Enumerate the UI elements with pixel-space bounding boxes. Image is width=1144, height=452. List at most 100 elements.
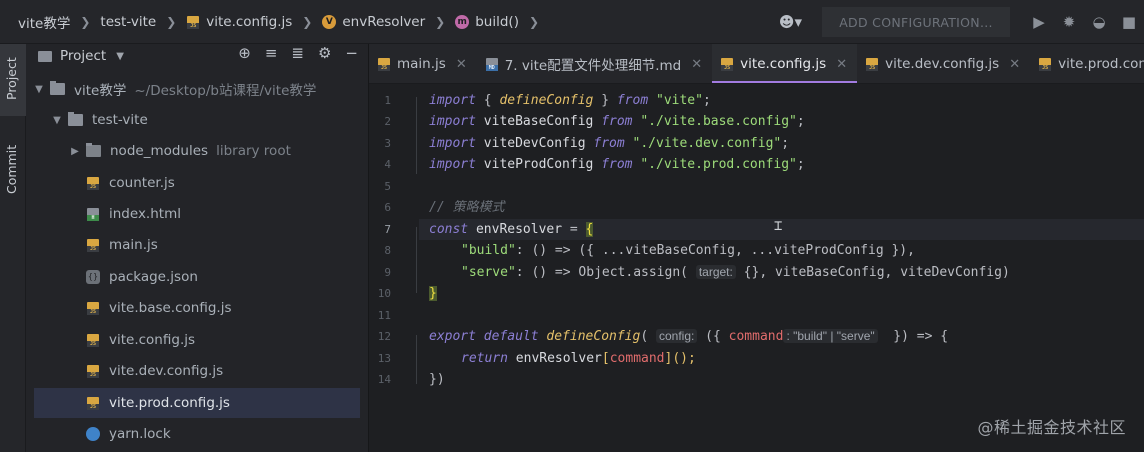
tree-item-vite-prod-config[interactable]: JS vite.prod.config.js <box>34 388 360 418</box>
tree-item-vite-dev-config[interactable]: JS vite.dev.config.js <box>26 356 368 386</box>
tree-item-node-modules[interactable]: ▶ node_modules library root <box>26 136 368 166</box>
chevron-down-icon[interactable]: ▼ <box>32 84 46 95</box>
parameter-hint: config: <box>655 329 698 343</box>
run-toolbar: ☻▾ ADD CONFIGURATION... ▶ ✹ ◒ ■ <box>779 0 1144 44</box>
chevron-right-icon: ❯ <box>80 15 91 29</box>
project-panel-title[interactable]: Project <box>60 48 106 64</box>
js-file-icon: JS <box>1038 57 1052 71</box>
tree-item-main-js[interactable]: JS main.js <box>26 230 368 260</box>
breadcrumb-item-env-resolver[interactable]: envResolver <box>342 14 425 30</box>
code-comment: // 策略模式 <box>429 200 505 215</box>
close-icon[interactable]: ✕ <box>691 57 702 72</box>
tree-item-vite-base-config[interactable]: JS vite.base.config.js <box>26 293 368 323</box>
tree-item-yarn-lock[interactable]: yarn.lock <box>26 419 368 449</box>
indent-guide <box>416 227 417 293</box>
tab-label: vite.prod.config.js <box>1058 56 1144 72</box>
type-hint: : "build" | "serve" <box>783 329 878 343</box>
markdown-file-icon: MD <box>485 57 499 71</box>
tab-vite-prod-config[interactable]: JS vite.prod.config.js ✕ <box>1030 44 1144 83</box>
matched-brace: } <box>429 286 437 301</box>
chevron-right-icon: ❯ <box>435 15 446 29</box>
commit-tool-button[interactable]: Commit <box>0 128 26 204</box>
tree-item-root[interactable]: ▼ vite教学 ~/Desktop/b站课程/vite教学 <box>26 74 368 104</box>
folder-icon <box>86 143 101 157</box>
js-file-icon: JS <box>720 57 734 71</box>
chevron-right-icon: ❯ <box>528 15 540 29</box>
coverage-icon[interactable]: ◒ <box>1084 7 1114 37</box>
expand-all-icon[interactable]: ≡ <box>265 44 278 68</box>
code-line-12: export default defineConfig( config: ({ … <box>429 329 949 344</box>
tree-item-label: yarn.lock <box>109 426 171 442</box>
collapse-all-icon[interactable]: ≣ <box>291 44 304 68</box>
code-editor: JS main.js ✕ MD 7. vite配置文件处理细节.md ✕ JS … <box>368 44 1144 452</box>
locate-icon[interactable]: ⊕ <box>238 44 251 68</box>
chevron-right-icon[interactable]: ▶ <box>68 146 82 157</box>
tree-item-label: vite.prod.config.js <box>109 395 230 411</box>
add-configuration-button[interactable]: ADD CONFIGURATION... <box>822 7 1010 37</box>
tab-md-notes[interactable]: MD 7. vite配置文件处理细节.md ✕ <box>477 44 712 83</box>
tree-item-test-vite[interactable]: ▼ test-vite <box>26 105 368 135</box>
close-icon[interactable]: ✕ <box>456 57 467 72</box>
tab-vite-dev-config[interactable]: JS vite.dev.config.js ✕ <box>857 44 1030 83</box>
tree-item-label: vite教学 <box>74 83 127 99</box>
js-file-icon: JS <box>86 301 100 315</box>
chevron-right-icon: ❯ <box>302 15 313 29</box>
user-dropdown-button[interactable]: ☻▾ <box>779 13 802 31</box>
code-line-8: "build": () => ({ ...viteBaseConfig, ...… <box>461 243 915 258</box>
stop-icon[interactable]: ■ <box>1114 7 1144 37</box>
project-tool-button[interactable]: Project <box>0 44 26 116</box>
text-cursor-icon: ⌶ <box>774 219 782 233</box>
code-line-2: import viteBaseConfig from "./vite.base.… <box>429 114 805 129</box>
chevron-down-icon[interactable]: ▼ <box>116 51 124 62</box>
close-icon[interactable]: ✕ <box>1009 57 1020 72</box>
html-file-icon: H <box>86 207 100 221</box>
tab-label: main.js <box>397 56 446 72</box>
json-file-icon: {} <box>86 270 100 284</box>
hide-icon[interactable]: − <box>345 44 358 68</box>
tree-item-label: test-vite <box>92 112 148 128</box>
code-area[interactable]: import { defineConfig } from "vite"; imp… <box>369 87 1144 452</box>
tree-item-path: ~/Desktop/b站课程/vite教学 <box>134 83 317 99</box>
project-panel: Project ▼ ⊕ ≡ ≣ ⚙ − ▼ vite教学 ~/Desktop/b… <box>26 44 368 452</box>
variable-icon: V <box>322 15 337 29</box>
tree-item-counter-js[interactable]: JS counter.js <box>26 168 368 198</box>
code-line-6: // 策略模式 <box>429 197 504 218</box>
breadcrumb-item-vite-teaching[interactable]: vite教学 <box>18 12 70 32</box>
run-icon[interactable]: ▶ <box>1024 7 1054 37</box>
matched-brace: { <box>585 222 594 237</box>
debug-icon[interactable]: ✹ <box>1054 7 1084 37</box>
tree-item-label: node_modules <box>110 143 209 159</box>
function-name: defineConfig <box>499 93 594 108</box>
tree-item-vite-config[interactable]: JS vite.config.js <box>26 325 368 355</box>
tree-item-label: vite.base.config.js <box>109 300 232 316</box>
code-line-3: import viteDevConfig from "./vite.dev.co… <box>429 136 790 151</box>
parameter-name: command <box>728 329 784 344</box>
tree-item-index-html[interactable]: H index.html <box>26 199 368 229</box>
tree-item-package-json[interactable]: {} package.json <box>26 262 368 292</box>
settings-icon[interactable]: ⚙ <box>318 44 331 68</box>
js-file-icon: JS <box>86 396 100 410</box>
tool-window-strip: Project Commit <box>0 44 26 452</box>
breadcrumb-item-build[interactable]: build() <box>475 14 519 30</box>
tree-item-label: package.json <box>109 269 198 285</box>
js-file-icon: JS <box>377 57 391 71</box>
folder-icon <box>50 81 65 95</box>
breadcrumb-item-test-vite[interactable]: test-vite <box>100 14 156 30</box>
chevron-down-icon[interactable]: ▼ <box>50 115 64 126</box>
keyword: import <box>429 93 476 108</box>
tree-item-label: vite.config.js <box>109 332 196 348</box>
project-tool-label: Project <box>4 57 19 100</box>
navigation-bar: vite教学 ❯ test-vite ❯ JS vite.config.js ❯… <box>0 0 1144 44</box>
chevron-right-icon: ❯ <box>166 15 177 29</box>
js-file-icon: JS <box>86 333 100 347</box>
close-icon[interactable]: ✕ <box>836 57 847 72</box>
breadcrumb-item-vite-config[interactable]: vite.config.js <box>206 14 292 30</box>
tab-main-js[interactable]: JS main.js ✕ <box>369 44 477 83</box>
parameter-hint: target: <box>695 265 736 279</box>
tab-vite-config[interactable]: JS vite.config.js ✕ <box>712 44 858 83</box>
tab-label: vite.config.js <box>740 56 827 72</box>
string-literal: "vite" <box>648 93 703 108</box>
tab-label: vite.dev.config.js <box>885 56 1000 72</box>
commit-tool-label: Commit <box>4 144 19 194</box>
tab-label: 7. vite配置文件处理细节.md <box>504 58 682 74</box>
